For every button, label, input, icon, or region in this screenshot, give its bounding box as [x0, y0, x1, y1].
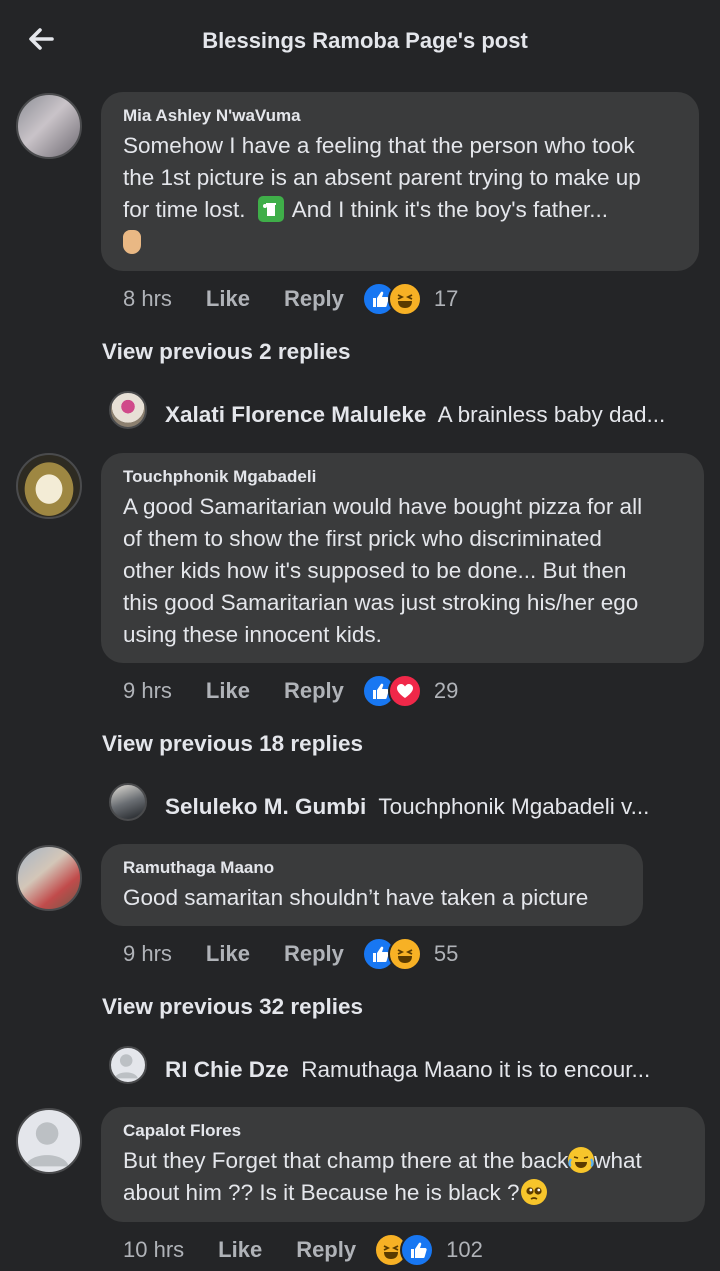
reply-author[interactable]: RI Chie Dze	[165, 1057, 289, 1082]
reply-text: A brainless baby dad...	[437, 402, 666, 427]
comment-text-line: other kids how it's supposed to be done.…	[123, 558, 627, 583]
reply-author[interactable]: Xalati Florence Maluleke	[165, 402, 426, 427]
comment-actions: 9 hrs Like Reply 29	[123, 674, 458, 708]
reply-button[interactable]: Reply	[296, 1237, 356, 1263]
reply-preview[interactable]: Xalati Florence Maluleke A brainless bab…	[165, 402, 685, 428]
comment-author[interactable]: Mia Ashley N'waVuma	[123, 106, 677, 126]
haha-reaction-icon	[387, 937, 422, 971]
comment-text-line: the 1st picture is an absent parent tryi…	[123, 165, 641, 190]
comment-author[interactable]: Ramuthaga Maano	[123, 858, 621, 878]
comment-actions: 10 hrs Like Reply 102	[123, 1233, 483, 1267]
reaction-count[interactable]: 29	[434, 678, 458, 704]
pleading-face-emoji-icon	[521, 1179, 548, 1205]
default-user-icon	[114, 1054, 138, 1079]
page-title: Blessings Ramoba Page's post	[202, 28, 528, 53]
reply-button[interactable]: Reply	[284, 286, 344, 312]
view-previous-replies[interactable]: View previous 32 replies	[102, 994, 363, 1020]
reaction-summary[interactable]	[361, 674, 422, 708]
reply-button[interactable]: Reply	[284, 941, 344, 967]
comment-bubble[interactable]: Mia Ashley N'waVuma Somehow I have a fee…	[101, 92, 699, 271]
like-button[interactable]: Like	[206, 678, 250, 704]
reaction-summary[interactable]	[374, 1233, 435, 1267]
reply-avatar[interactable]	[109, 1046, 147, 1084]
comment-text-line: what	[594, 1148, 642, 1173]
like-button[interactable]: Like	[206, 286, 250, 312]
crying-laughing-emoji-icon	[568, 1147, 595, 1173]
comment-text-line: about him ?? Is it Because he is black ?	[123, 1180, 520, 1205]
comment-text-line: And I think it's the boy's father...	[291, 197, 609, 222]
reply-button[interactable]: Reply	[284, 678, 344, 704]
reply-author[interactable]: Seluleko M. Gumbi	[165, 794, 366, 819]
comment-text-line: But they Forget that champ there at the …	[123, 1148, 569, 1173]
comment-text: Good samaritan shouldn’t have taken a pi…	[123, 882, 621, 914]
reply-preview[interactable]: RI Chie Dze Ramuthaga Maano it is to enc…	[165, 1057, 685, 1083]
comment-time: 10 hrs	[123, 1237, 185, 1262]
comment-bubble[interactable]: Touchphonik Mgabadeli A good Samaritaria…	[101, 453, 704, 663]
reply-avatar[interactable]	[109, 783, 147, 821]
reply-text: Ramuthaga Maano it is to encour...	[301, 1057, 651, 1082]
comment-text: Somehow I have a feeling that the person…	[123, 130, 677, 258]
like-button[interactable]: Like	[218, 1237, 262, 1263]
comment-text-line: Somehow I have a feeling that the person…	[123, 133, 635, 158]
haha-reaction-icon	[387, 282, 422, 316]
reply-text: Touchphonik Mgabadeli v...	[378, 794, 650, 819]
avatar[interactable]	[16, 93, 82, 159]
comment-text: A good Samaritarian would have bought pi…	[123, 491, 682, 651]
reaction-count[interactable]: 102	[446, 1237, 483, 1263]
avatar[interactable]	[16, 845, 82, 911]
default-user-icon	[25, 1122, 69, 1167]
crossed-fingers-emoji-icon	[123, 230, 141, 254]
comment-text-line: of them to show the first prick who disc…	[123, 526, 602, 551]
comment-author[interactable]: Capalot Flores	[123, 1121, 683, 1141]
comment-text-line: for time lost.	[123, 197, 246, 222]
view-previous-replies[interactable]: View previous 18 replies	[102, 731, 363, 757]
comment-text: But they Forget that champ there at the …	[123, 1145, 683, 1209]
comment-actions: 8 hrs Like Reply 17	[123, 282, 458, 316]
like-button[interactable]: Like	[206, 941, 250, 967]
trash-emoji-icon	[257, 196, 284, 222]
comment-time: 8 hrs	[123, 286, 172, 311]
avatar[interactable]	[16, 1108, 82, 1174]
view-previous-replies[interactable]: View previous 2 replies	[102, 339, 350, 365]
reaction-summary[interactable]	[361, 937, 422, 971]
comment-author[interactable]: Touchphonik Mgabadeli	[123, 467, 682, 487]
comment-text-line: A good Samaritarian would have bought pi…	[123, 494, 643, 519]
comment-bubble[interactable]: Ramuthaga Maano Good samaritan shouldn’t…	[101, 844, 643, 926]
reaction-count[interactable]: 17	[434, 286, 458, 312]
reaction-summary[interactable]	[361, 282, 422, 316]
comment-text-line: Good samaritan shouldn’t have taken a pi…	[123, 885, 589, 910]
comment-actions: 9 hrs Like Reply 55	[123, 937, 458, 971]
like-reaction-icon	[400, 1233, 435, 1267]
love-reaction-icon	[387, 674, 422, 708]
comment-bubble[interactable]: Capalot Flores But they Forget that cham…	[101, 1107, 705, 1222]
comment-text-line: using these innocent kids.	[123, 622, 382, 647]
reply-preview[interactable]: Seluleko M. Gumbi Touchphonik Mgabadeli …	[165, 794, 685, 820]
reaction-count[interactable]: 55	[434, 941, 458, 967]
avatar[interactable]	[16, 453, 82, 519]
comment-text-line: this good Samaritarian was just stroking…	[123, 590, 639, 615]
comment-time: 9 hrs	[123, 678, 172, 703]
reply-avatar[interactable]	[109, 391, 147, 429]
top-bar: Blessings Ramoba Page's post	[0, 0, 720, 84]
comment-time: 9 hrs	[123, 941, 172, 966]
